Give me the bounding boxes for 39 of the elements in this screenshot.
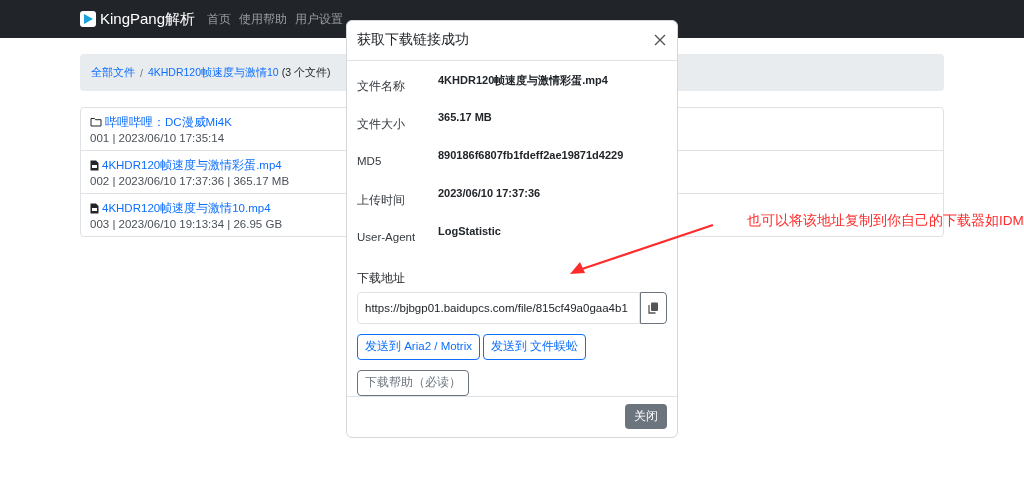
file-count: (3 个文件) <box>281 65 331 80</box>
field-value: 890186f6807fb1fdeff2ae19871d4229 <box>438 148 624 163</box>
send-button[interactable]: 发送到 Aria2 / Motrix <box>357 333 480 360</box>
breadcrumb-link[interactable]: 4KHDR120帧速度与激情10 <box>147 65 279 80</box>
file-meta: 002 | 2023/06/10 17:37:36 | 365.17 MB <box>90 174 290 187</box>
dialog-title: 获取下载链接成功 <box>357 31 469 50</box>
file-link[interactable]: 4KHDR120帧速度与激情彩蛋.mp4 <box>102 157 282 173</box>
send-button[interactable]: 发送到 文件蜈蚣 <box>482 333 587 360</box>
breadcrumb-separator: / <box>140 66 143 79</box>
file-link[interactable]: 4KHDR120帧速度与激情10.mp4 <box>102 200 271 216</box>
field-value: 4KHDR120帧速度与激情彩蛋.mp4 <box>438 72 608 88</box>
field-label: User-Agent <box>357 229 417 245</box>
file-meta: 001 | 2023/06/10 17:35:14 <box>90 131 225 144</box>
annotation-text: 也可以将该地址复制到你自己的下载器如IDM <box>747 212 1024 230</box>
nav-link[interactable]: 用户设置 <box>295 11 344 27</box>
nav-link[interactable]: 使用帮助 <box>239 11 288 27</box>
field-value: 2023/06/10 17:37:36 <box>438 186 541 201</box>
close-icon[interactable] <box>653 33 667 48</box>
field-label: MD5 <box>357 153 383 169</box>
field-label: 文件大小 <box>357 116 406 132</box>
file-meta: 003 | 2023/06/10 19:13:34 | 26.95 GB <box>90 217 283 230</box>
field-value: LogStatistic <box>438 224 501 239</box>
url-field[interactable]: https://bjbgp01.baidupcs.com/file/815cf49a0gaa4b1 <box>357 291 640 324</box>
play-logo-icon <box>80 11 96 27</box>
field-label: 上传时间 <box>357 192 406 208</box>
folder-icon <box>90 117 102 127</box>
copy-icon <box>648 301 659 314</box>
breadcrumb-link[interactable]: 全部文件 <box>91 65 135 80</box>
field-value: 365.17 MB <box>438 110 492 125</box>
file-link[interactable]: 哔哩哔哩：DC漫威Mi4K <box>105 114 232 130</box>
url-label: 下载地址 <box>357 270 406 286</box>
file-icon <box>90 202 99 214</box>
nav-link[interactable]: 首页 <box>207 11 232 27</box>
help-button[interactable]: 下载帮助（必读） <box>357 369 469 396</box>
copy-button[interactable] <box>640 291 667 324</box>
field-label: 文件名称 <box>357 78 406 94</box>
file-icon <box>90 159 99 171</box>
brand-name[interactable]: KingPang解析 <box>100 9 196 29</box>
close-button[interactable]: 关闭 <box>625 404 667 430</box>
